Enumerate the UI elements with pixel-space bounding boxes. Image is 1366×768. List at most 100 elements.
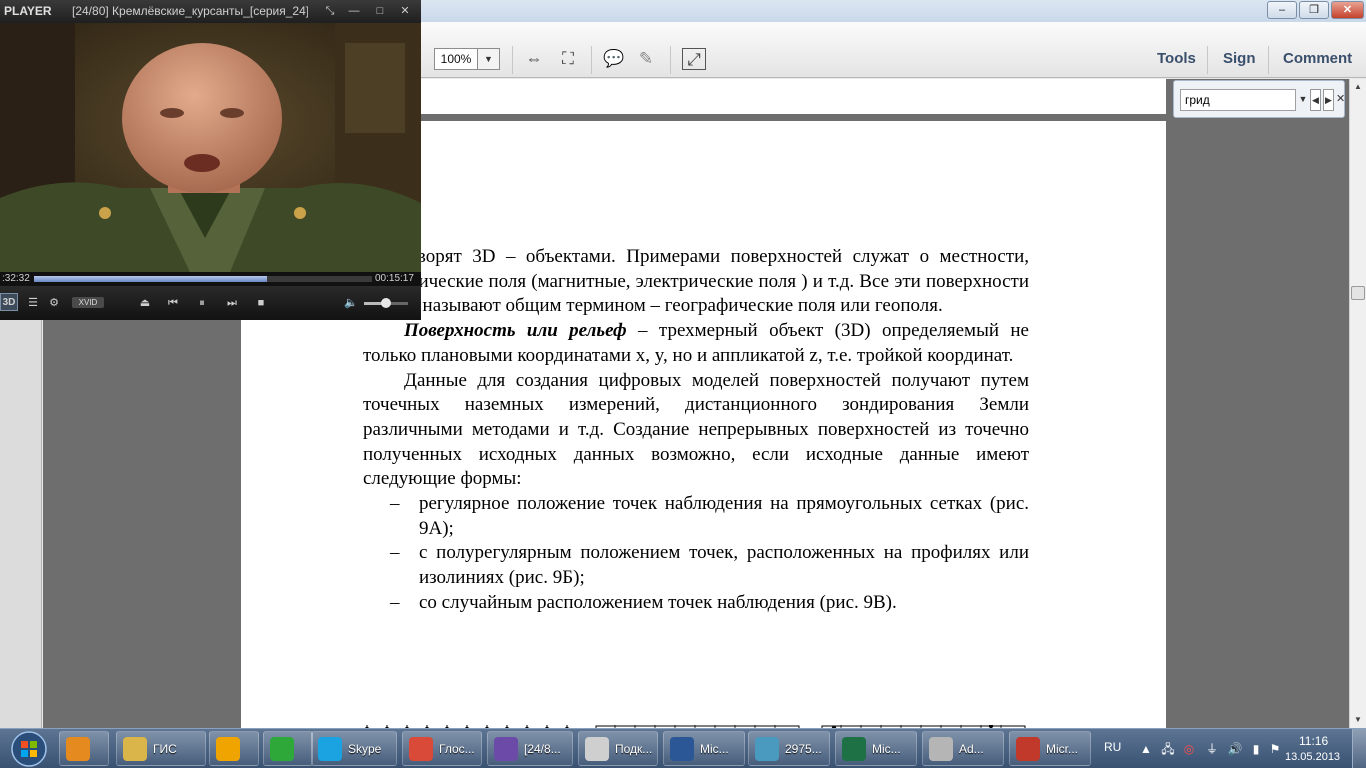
taskbar-item[interactable]: Ad... (922, 731, 1004, 766)
battery-icon[interactable]: ▮ (1248, 741, 1264, 757)
clock-time[interactable]: 11:16 (1299, 734, 1328, 748)
restore-button[interactable]: ❐ (1299, 1, 1329, 19)
next-track-icon[interactable]: ⏭ (223, 294, 241, 312)
taskbar-item[interactable] (263, 731, 313, 766)
toolbar-separator (1207, 46, 1208, 74)
find-previous-icon[interactable]: ◀ (1310, 89, 1321, 111)
taskbar-item-label: Mic... (872, 742, 901, 756)
network-icon[interactable]: 🖧 (1160, 741, 1176, 757)
player-close-icon[interactable]: ✕ (397, 3, 413, 19)
3d-mode-button[interactable]: 3D (0, 293, 18, 311)
toolbar-separator (1268, 46, 1269, 74)
player-minimize-icon[interactable]: — (346, 3, 362, 19)
previous-track-icon[interactable]: ⏮ (164, 294, 182, 312)
find-panel: ▼ ◀ ▶ ✕ (1173, 80, 1345, 118)
scroll-up-arrow-icon[interactable]: ▲ (1350, 79, 1366, 95)
close-button[interactable]: ✕ (1331, 1, 1364, 19)
taskbar-item[interactable]: 2975... (748, 731, 830, 766)
taskbar-item-label: [24/8... (524, 742, 561, 756)
list-dash: – (390, 542, 400, 564)
taskbar-item-label: Micr... (1046, 742, 1078, 756)
fit-width-icon[interactable]: ⇔ (522, 48, 546, 70)
taskbar-item[interactable] (59, 731, 109, 766)
volume-slider[interactable] (364, 298, 408, 308)
taskbar-item[interactable]: Mic... (835, 731, 917, 766)
player-logo: PLAYER (4, 4, 52, 18)
flag-icon[interactable]: ⚑ (1267, 741, 1283, 757)
mail-agent-icon (270, 737, 294, 761)
language-indicator[interactable]: RU (1104, 740, 1121, 754)
document-icon (585, 737, 609, 761)
video-frame[interactable] (0, 23, 421, 272)
volume-icon[interactable]: 🔊 (1227, 741, 1243, 757)
list-dash: – (390, 493, 400, 515)
highlight-pen-icon[interactable]: ✎ (634, 48, 658, 70)
taskbar-item[interactable]: Глос... (402, 731, 482, 766)
image-viewer-icon (755, 737, 779, 761)
elapsed-time: :32:32 (2, 273, 30, 284)
playlist-icon[interactable]: ☰ (24, 294, 42, 312)
find-input[interactable] (1180, 89, 1296, 111)
zoom-level-field[interactable]: 100% (434, 48, 478, 70)
toolbar-separator (512, 46, 513, 74)
show-desktop-button[interactable] (1352, 729, 1366, 768)
sign-tab[interactable]: Sign (1223, 50, 1256, 67)
taskbar-item-label: Mic... (700, 742, 729, 756)
toolbar-separator (591, 46, 592, 74)
minimize-button[interactable]: – (1267, 1, 1297, 19)
full-screen-icon[interactable]: ⤢ (682, 48, 706, 70)
taskbar-item-label: 2975... (785, 742, 822, 756)
player-titlebar: PLAYER [24/80] Кремлёвские_курсанты_[сер… (0, 0, 421, 23)
list-item: – со случайным расположением точек наблюд… (363, 591, 1029, 616)
taskbar-item[interactable]: [24/8... (487, 731, 573, 766)
term-definition: Поверхность или рельеф (404, 320, 627, 342)
clock-date[interactable]: 13.05.2013 (1285, 751, 1340, 763)
taskbar-item[interactable]: Skype (311, 731, 397, 766)
find-next-icon[interactable]: ▶ (1323, 89, 1334, 111)
ico-editor-icon (929, 737, 953, 761)
settings-gear-icon[interactable]: ⚙ (45, 294, 63, 312)
taskbar-item[interactable] (209, 731, 259, 766)
taskbar-item[interactable]: Подк... (578, 731, 658, 766)
scroll-down-arrow-icon[interactable]: ▼ (1350, 712, 1366, 728)
fit-page-icon[interactable]: ⛶ (556, 48, 580, 70)
target-app-icon[interactable]: ◎ (1181, 741, 1197, 757)
player-maximize-icon[interactable]: □ (372, 3, 388, 19)
tray-expand-icon[interactable]: ▲ (1138, 741, 1154, 757)
seek-progress (34, 276, 268, 282)
volume-speaker-icon[interactable]: 🔈 (342, 294, 360, 312)
usb-device-icon[interactable]: ⏚ (1204, 741, 1220, 757)
comment-tab[interactable]: Comment (1283, 50, 1352, 67)
tools-tab[interactable]: Tools (1157, 50, 1196, 67)
word-icon (670, 737, 694, 761)
aimp-icon (216, 737, 240, 761)
taskbar-item[interactable]: Micr... (1009, 731, 1091, 766)
stop-icon[interactable]: ■ (252, 294, 270, 312)
vertical-scrollbar[interactable]: ▲ ▼ (1349, 79, 1366, 728)
list-item-text: со случайным расположением точек наблюде… (419, 591, 897, 613)
taskbar-item-label: Подк... (615, 742, 653, 756)
skype-icon (318, 737, 342, 761)
pin-icon[interactable]: ⤡ (322, 3, 338, 19)
find-close-icon[interactable]: ✕ (1336, 89, 1345, 111)
taskbar-item-label: Skype (348, 742, 382, 756)
windows-taskbar: ГИС Skype Глос... [24/8... Подк... Mic... 2975… (0, 728, 1366, 768)
taskbar-item[interactable]: ГИС (116, 731, 206, 766)
comment-bubble-icon[interactable]: 💬 (602, 48, 626, 70)
zoom-dropdown-arrow-icon[interactable]: ▼ (478, 48, 500, 70)
folder-icon (123, 737, 147, 761)
volume-knob[interactable] (381, 298, 391, 308)
start-button-windows-icon[interactable] (6, 730, 52, 768)
page-text: как говорят 3D – объектами. Примерами по… (363, 245, 1029, 616)
taskbar-item[interactable]: Mic... (663, 731, 745, 766)
eject-icon[interactable]: ⏏ (136, 294, 154, 312)
find-options-chevron-icon[interactable]: ▼ (1298, 89, 1308, 111)
list-item-text: регулярное положение точек наблюдения на… (419, 493, 1029, 539)
pause-icon[interactable]: ⏸ (193, 294, 211, 312)
media-player-window: PLAYER [24/80] Кремлёвские_курсанты_[сер… (0, 0, 421, 320)
seek-slider[interactable] (34, 276, 372, 282)
paragraph: Поверхность или рельеф – трехмерный объе… (363, 319, 1029, 368)
list-item: – регулярное положение точек наблюдения н… (363, 492, 1029, 541)
scrollbar-thumb[interactable] (1351, 286, 1365, 300)
taskbar-item-label: Глос... (439, 742, 475, 756)
